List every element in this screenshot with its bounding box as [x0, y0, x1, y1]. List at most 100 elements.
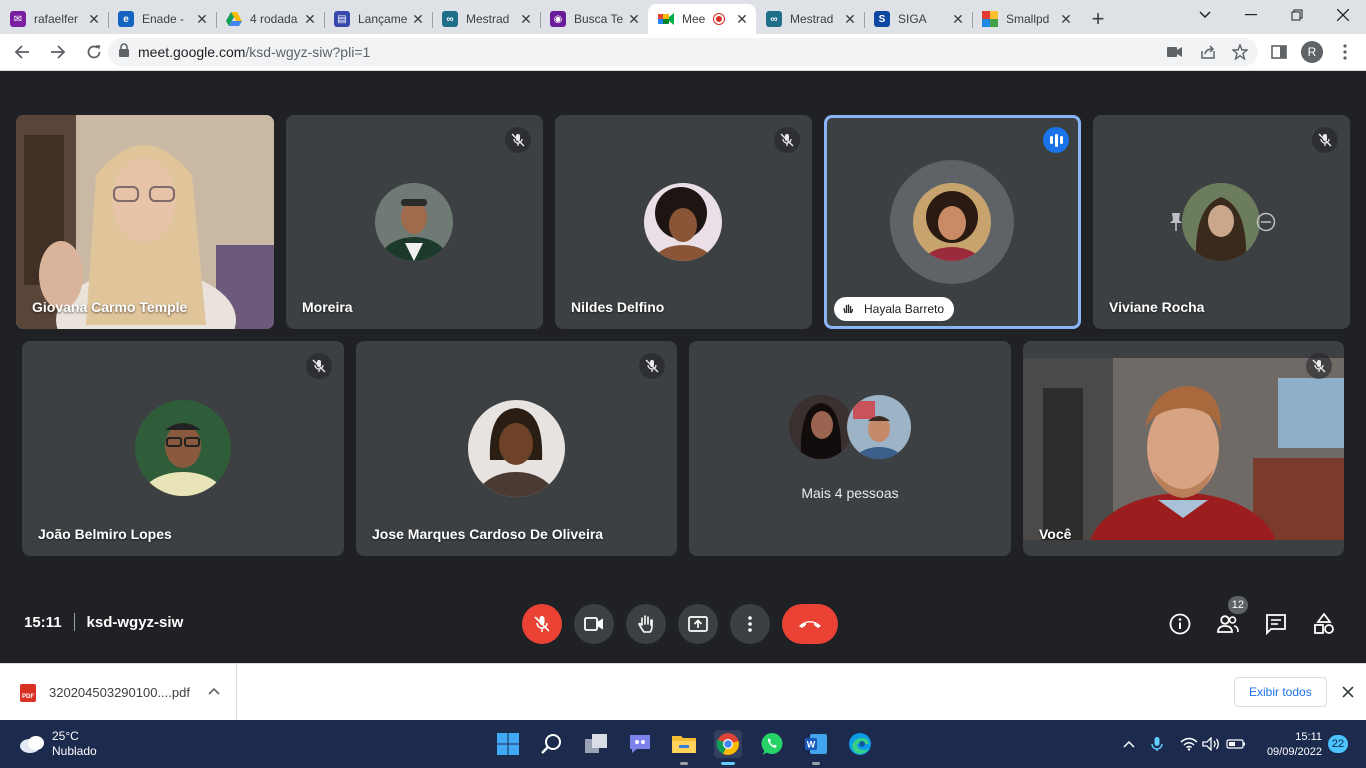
- bookmark-star-icon[interactable]: [1225, 36, 1255, 68]
- close-tab-icon[interactable]: ✕: [842, 11, 858, 28]
- meeting-details-button[interactable]: [1164, 608, 1196, 640]
- new-tab-button[interactable]: +: [1080, 4, 1116, 34]
- chat-icon: [1266, 614, 1286, 635]
- close-tab-icon[interactable]: ✕: [734, 11, 750, 28]
- participant-name: Você: [1039, 526, 1072, 542]
- notification-count-badge[interactable]: 22: [1328, 735, 1348, 753]
- tab-enade[interactable]: e Enade - ✕: [108, 4, 216, 34]
- restore-icon[interactable]: [1274, 0, 1320, 30]
- participant-tile[interactable]: João Belmiro Lopes: [22, 341, 344, 556]
- close-tab-icon[interactable]: ✕: [302, 11, 318, 28]
- close-tab-icon[interactable]: ✕: [518, 11, 534, 28]
- chevron-up-icon[interactable]: [208, 684, 220, 698]
- profile-avatar: R: [1301, 41, 1323, 63]
- lock-icon[interactable]: [118, 42, 130, 62]
- raise-hand-button[interactable]: [626, 604, 666, 644]
- whatsapp-button[interactable]: [758, 730, 786, 758]
- participant-tile[interactable]: Nildes Delfino: [555, 115, 812, 329]
- tab-lancamento[interactable]: ▤ Lançame ✕: [324, 4, 432, 34]
- back-button[interactable]: [6, 36, 38, 68]
- info-icon: [1169, 613, 1191, 635]
- reload-button[interactable]: [78, 36, 110, 68]
- profile-button[interactable]: R: [1297, 36, 1327, 68]
- close-window-icon[interactable]: [1320, 0, 1366, 30]
- side-panel-icon[interactable]: [1264, 36, 1294, 68]
- close-tab-icon[interactable]: ✕: [194, 11, 210, 28]
- file-explorer-button[interactable]: [670, 730, 698, 765]
- mic-off-icon: [639, 353, 665, 379]
- remove-icon[interactable]: [1256, 212, 1276, 237]
- tab-title: Mestrad: [466, 12, 510, 26]
- minimize-icon[interactable]: [1228, 0, 1274, 30]
- edge-button[interactable]: [846, 730, 874, 758]
- download-file-name: 320204503290100....pdf: [49, 685, 190, 700]
- participant-name: Nildes Delfino: [571, 299, 665, 315]
- gmail-icon: ✉: [10, 11, 26, 27]
- close-tab-icon[interactable]: ✕: [410, 11, 426, 28]
- participant-tile[interactable]: Giovana Carmo Temple: [16, 115, 274, 329]
- pdf-file-icon: PDF: [20, 683, 36, 702]
- search-button[interactable]: [538, 730, 566, 758]
- pin-icon[interactable]: [1168, 212, 1184, 237]
- tab-gmail[interactable]: ✉ rafaelfer ✕: [0, 4, 108, 34]
- participant-tile[interactable]: Jose Marques Cardoso De Oliveira: [356, 341, 677, 556]
- close-shelf-icon[interactable]: [1338, 682, 1358, 702]
- tab-mestrado-1[interactable]: ∞ Mestrad ✕: [432, 4, 540, 34]
- leave-call-button[interactable]: [782, 604, 838, 644]
- start-button[interactable]: [494, 730, 522, 758]
- participant-tile[interactable]: Moreira: [286, 115, 543, 329]
- participant-tile[interactable]: Viviane Rocha: [1093, 115, 1350, 329]
- tab-title: Mestrad: [790, 12, 834, 26]
- tab-drive[interactable]: 4 rodada ✕: [216, 4, 324, 34]
- self-view-tile[interactable]: Você: [1023, 341, 1344, 556]
- camera-in-use-icon[interactable]: [1160, 36, 1190, 68]
- task-view-button[interactable]: [582, 730, 610, 758]
- teams-chat-icon: [630, 735, 650, 753]
- participant-tile-speaking[interactable]: Hayala Barreto: [824, 115, 1081, 329]
- more-people-tile[interactable]: Mais 4 pessoas: [689, 341, 1011, 556]
- volume-icon[interactable]: [1201, 734, 1221, 754]
- chat-button[interactable]: [1260, 608, 1292, 640]
- present-screen-button[interactable]: [678, 604, 718, 644]
- address-bar[interactable]: meet.google.com/ksd-wgyz-siw?pli=1: [108, 38, 1258, 66]
- tab-busca[interactable]: ◉ Busca Te ✕: [540, 4, 648, 34]
- chrome-menu-icon[interactable]: [1330, 36, 1360, 68]
- show-hidden-icons-chevron-icon[interactable]: [1119, 734, 1139, 754]
- people-button[interactable]: 12: [1212, 596, 1248, 640]
- meeting-time: 15:11: [24, 613, 62, 631]
- download-item[interactable]: PDF 320204503290100....pdf: [0, 664, 237, 721]
- forward-button[interactable]: [42, 36, 74, 68]
- battery-icon[interactable]: [1226, 734, 1246, 754]
- tab-title: Mee: [682, 12, 706, 26]
- tab-title: Lançame: [358, 12, 408, 26]
- close-tab-icon[interactable]: ✕: [626, 11, 642, 28]
- teams-chat-button[interactable]: [626, 730, 654, 758]
- more-options-button[interactable]: [730, 604, 770, 644]
- mask-icon: ◉: [550, 11, 566, 27]
- word-button[interactable]: W: [802, 730, 830, 765]
- participant-name-chip: Hayala Barreto: [834, 297, 955, 321]
- temperature: 25°C: [52, 729, 79, 743]
- chrome-taskbar-button[interactable]: [714, 730, 742, 765]
- camera-toggle-button[interactable]: [574, 604, 614, 644]
- show-all-downloads-button[interactable]: Exibir todos: [1234, 677, 1327, 707]
- more-people-label: Mais 4 pessoas: [801, 485, 899, 501]
- close-tab-icon[interactable]: ✕: [86, 11, 102, 28]
- share-icon[interactable]: [1193, 36, 1223, 68]
- weather-widget[interactable]: 25°C Nublado: [18, 729, 97, 759]
- tab-search-chevron-icon[interactable]: [1182, 0, 1228, 30]
- tab-siga[interactable]: S SIGA ✕: [864, 4, 972, 34]
- close-tab-icon[interactable]: ✕: [1058, 11, 1074, 28]
- microphone-tray-icon[interactable]: [1147, 734, 1167, 754]
- participant-avatar: [789, 395, 853, 459]
- running-indicator: [721, 762, 735, 765]
- tab-smallpdf[interactable]: Smallpd ✕: [972, 4, 1080, 34]
- microphone-toggle-button[interactable]: [522, 604, 562, 644]
- system-clock[interactable]: 15:11 09/09/2022: [1260, 730, 1322, 760]
- tab-meet[interactable]: Mee ✕: [648, 4, 756, 34]
- glasses-icon: ∞: [766, 11, 782, 27]
- tab-mestrado-2[interactable]: ∞ Mestrad ✕: [756, 4, 864, 34]
- wifi-icon[interactable]: [1179, 734, 1199, 754]
- activities-button[interactable]: [1308, 608, 1340, 640]
- close-tab-icon[interactable]: ✕: [950, 11, 966, 28]
